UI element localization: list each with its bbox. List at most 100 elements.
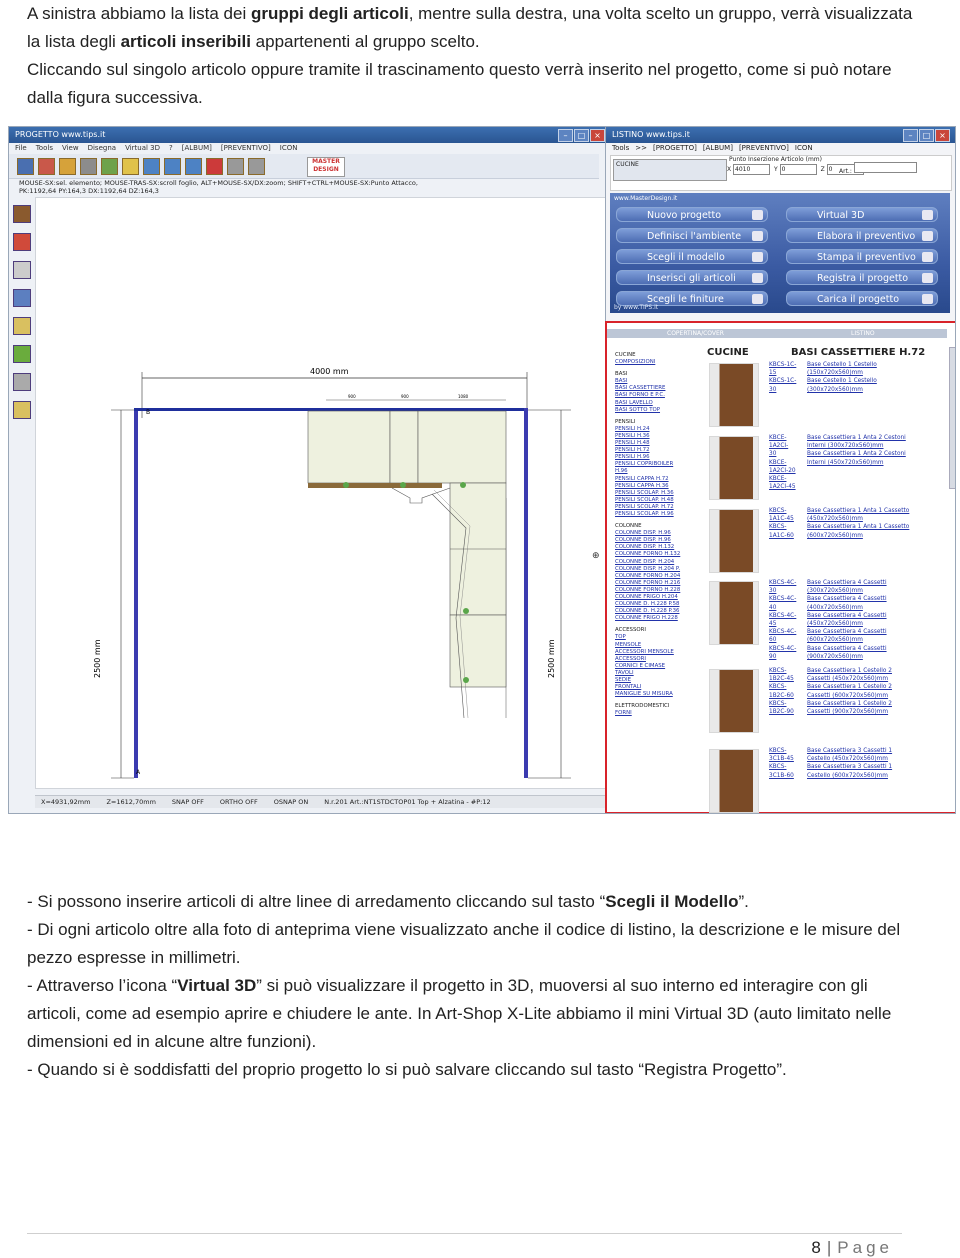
article-thumbnail[interactable] <box>709 669 759 733</box>
menu-item[interactable]: [PREVENTIVO] <box>221 144 271 152</box>
article-description[interactable]: Cassetti (450x720x560)mm <box>807 675 892 683</box>
group-link[interactable]: SEDIE <box>615 677 700 684</box>
floor-plan-canvas[interactable]: 4000 mm 900 900 1080 B A 2500 mm 2500 mm <box>35 197 607 789</box>
article-row[interactable]: KBCS- 3C1B-45 KBCS- 3C1B-60 Base Cassettiera… <box>703 745 943 813</box>
article-descriptions[interactable]: Base Cassettiera 3 Cassetti 1 Cestello (4… <box>807 747 892 780</box>
group-link[interactable]: MENSOLE <box>615 642 700 649</box>
article-description[interactable]: (600x720x560)mm <box>807 532 909 540</box>
group-link[interactable]: PENSILI CAPPA H.36 <box>615 483 700 490</box>
group-link[interactable]: PENSILI SCOLAP. H.48 <box>615 497 700 504</box>
maximize-button[interactable]: □ <box>919 129 934 142</box>
group-link[interactable]: COLONNE DISP. H.204 P. <box>615 566 700 573</box>
menu-item[interactable]: [PREVENTIVO] <box>739 144 789 152</box>
article-code[interactable]: KBCS- <box>769 667 794 675</box>
cut-icon[interactable] <box>38 158 55 175</box>
menu-item[interactable]: Tools <box>36 144 53 152</box>
article-code[interactable]: 1A1C-60 <box>769 532 794 540</box>
rotate-left-icon[interactable] <box>13 317 31 335</box>
rotate-icon[interactable] <box>227 158 244 175</box>
menu-item[interactable]: View <box>62 144 79 152</box>
article-code[interactable]: KBCS- <box>769 700 794 708</box>
line-selector[interactable]: CUCINE <box>613 159 727 181</box>
article-code[interactable]: KBCE- <box>769 459 796 467</box>
article-description[interactable]: Cassetti (900x720x560)mm <box>807 708 892 716</box>
article-codes[interactable]: KBCS- 1B2C-45 KBCS- 1B2C-60 KBCS- 1B2C-90 <box>769 667 794 716</box>
move-icon[interactable] <box>13 345 31 363</box>
article-description[interactable]: Base Cassettiera 3 Cassetti 1 <box>807 747 892 755</box>
group-link[interactable]: COLONNE DISP. H.204 <box>615 559 700 566</box>
article-description[interactable]: (450x720x560)mm <box>807 515 909 523</box>
group-link[interactable]: BASI LAVELLO <box>615 400 700 407</box>
group-link[interactable]: PENSILI H.24 <box>615 426 700 433</box>
article-row[interactable]: KBCS-4C- 30 KBCS-4C- 40 KBCS-4C- 45 KBCS-4C- 60… <box>703 577 943 660</box>
article-description[interactable]: Base Cassettiera 1 Cestello 2 <box>807 700 892 708</box>
group-link[interactable]: CORNICI E CIMASE <box>615 663 700 670</box>
article-code[interactable]: 30 <box>769 386 796 394</box>
article-row[interactable]: KBCS-1C- 15 KBCS-1C- 30 Base Cestello 1 Cest… <box>703 359 943 429</box>
nav-button[interactable]: Scegli il modello <box>616 249 768 264</box>
article-codes[interactable]: KBCS-4C- 30 KBCS-4C- 40 KBCS-4C- 45 KBCS-4C- 60… <box>769 579 796 661</box>
article-code[interactable]: KBCS-4C- <box>769 579 796 587</box>
article-descriptions[interactable]: Base Cassettiera 4 Cassetti (300x720x560)… <box>807 579 887 661</box>
article-description[interactable]: (300x720x560)mm <box>807 587 887 595</box>
draw-icon[interactable] <box>101 158 118 175</box>
group-link[interactable]: COLONNE D. H.228 P.58 <box>615 601 700 608</box>
nav-button[interactable]: Inserisci gli articoli <box>616 270 768 285</box>
pencil-icon[interactable] <box>122 158 139 175</box>
group-link[interactable]: PENSILI COPRIBOILER <box>615 461 700 468</box>
group-link[interactable]: PENSILI H.72 <box>615 447 700 454</box>
group-link[interactable]: COMPOSIZIONI <box>615 359 700 366</box>
menu-item[interactable]: [ALBUM] <box>703 144 733 152</box>
article-descriptions[interactable]: Base Cestello 1 Cestello (150x720x560)mm B… <box>807 361 877 394</box>
article-code[interactable]: 3C1B-45 <box>769 755 794 763</box>
nav-button[interactable]: Virtual 3D <box>786 207 938 222</box>
article-code[interactable]: 45 <box>769 620 796 628</box>
article-description[interactable]: Base Cestello 1 Cestello <box>807 377 877 385</box>
article-row[interactable]: KBCE- 1A2CI- 30 KBCE- 1A2CI-20 KBCE- 1A2CI-45 B… <box>703 432 943 502</box>
article-code[interactable]: KBCS- <box>769 747 794 755</box>
article-code[interactable]: KBCE- <box>769 434 796 442</box>
article-descriptions[interactable]: Base Cassettiera 1 Cestello 2 Cassetti (4… <box>807 667 892 716</box>
article-code[interactable]: 1B2C-45 <box>769 675 794 683</box>
article-description[interactable]: Base Cassettiera 4 Cassetti <box>807 579 887 587</box>
group-link[interactable]: COLONNE DISP. H.132 <box>615 544 700 551</box>
article-thumbnail[interactable] <box>709 581 759 645</box>
article-code[interactable]: 1A2CI- <box>769 442 796 450</box>
article-description[interactable]: Cassetti (600x720x560)mm <box>807 692 892 700</box>
article-code[interactable]: KBCS- <box>769 683 794 691</box>
article-thumbnail[interactable] <box>709 749 759 813</box>
group-link[interactable]: ACCESSORI <box>615 656 700 663</box>
article-descriptions[interactable]: Base Cassettiera 1 Anta 2 Cestoni Interni… <box>807 434 906 467</box>
article-code[interactable]: 30 <box>769 450 796 458</box>
group-link[interactable]: MANIGLIE SU MISURA <box>615 691 700 698</box>
article-code[interactable]: 1B2C-90 <box>769 708 794 716</box>
article-code[interactable]: KBCS-1C- <box>769 377 796 385</box>
article-description[interactable]: Base Cassettiera 4 Cassetti <box>807 612 887 620</box>
group-link[interactable]: COLONNE FORNO H.204 <box>615 573 700 580</box>
article-description[interactable]: (300x720x560)mm <box>807 386 877 394</box>
cabinet-icon[interactable] <box>13 205 31 223</box>
article-description[interactable]: (450x720x560)mm <box>807 620 887 628</box>
group-link[interactable]: BASI <box>615 378 700 385</box>
minimize-button[interactable]: – <box>558 129 573 142</box>
menu-item[interactable]: ? <box>169 144 173 152</box>
group-link[interactable]: BASI CASSETTIERE <box>615 385 700 392</box>
menu-item[interactable]: Tools <box>612 144 629 152</box>
measure-icon[interactable] <box>248 158 265 175</box>
article-description[interactable]: Interni (450x720x560)mm <box>807 459 906 467</box>
article-description[interactable]: Base Cassettiera 1 Anta 2 Cestoni <box>807 450 906 458</box>
zoom-out-icon[interactable] <box>185 158 202 175</box>
article-code[interactable]: KBCS-4C- <box>769 628 796 636</box>
nav-button[interactable]: Carica il progetto <box>786 291 938 306</box>
article-description[interactable]: Cestello (450x720x560)mm <box>807 755 892 763</box>
article-code[interactable]: 1A2CI-20 <box>769 467 796 475</box>
document-icon[interactable] <box>13 261 31 279</box>
tab-cover[interactable]: COPERTINA/COVER <box>667 329 724 338</box>
menu-item[interactable]: Disegna <box>88 144 116 152</box>
article-row[interactable]: KBCS- 1B2C-45 KBCS- 1B2C-60 KBCS- 1B2C-90 Base… <box>703 665 943 735</box>
article-codes[interactable]: KBCE- 1A2CI- 30 KBCE- 1A2CI-20 KBCE- 1A2CI-45 <box>769 434 796 491</box>
rotate-right-icon[interactable] <box>13 401 31 419</box>
menu-item[interactable]: ICON <box>795 144 813 152</box>
group-link[interactable]: PENSILI SCOLAP. H.72 <box>615 504 700 511</box>
article-description[interactable]: Base Cassettiera 1 Cestello 2 <box>807 667 892 675</box>
